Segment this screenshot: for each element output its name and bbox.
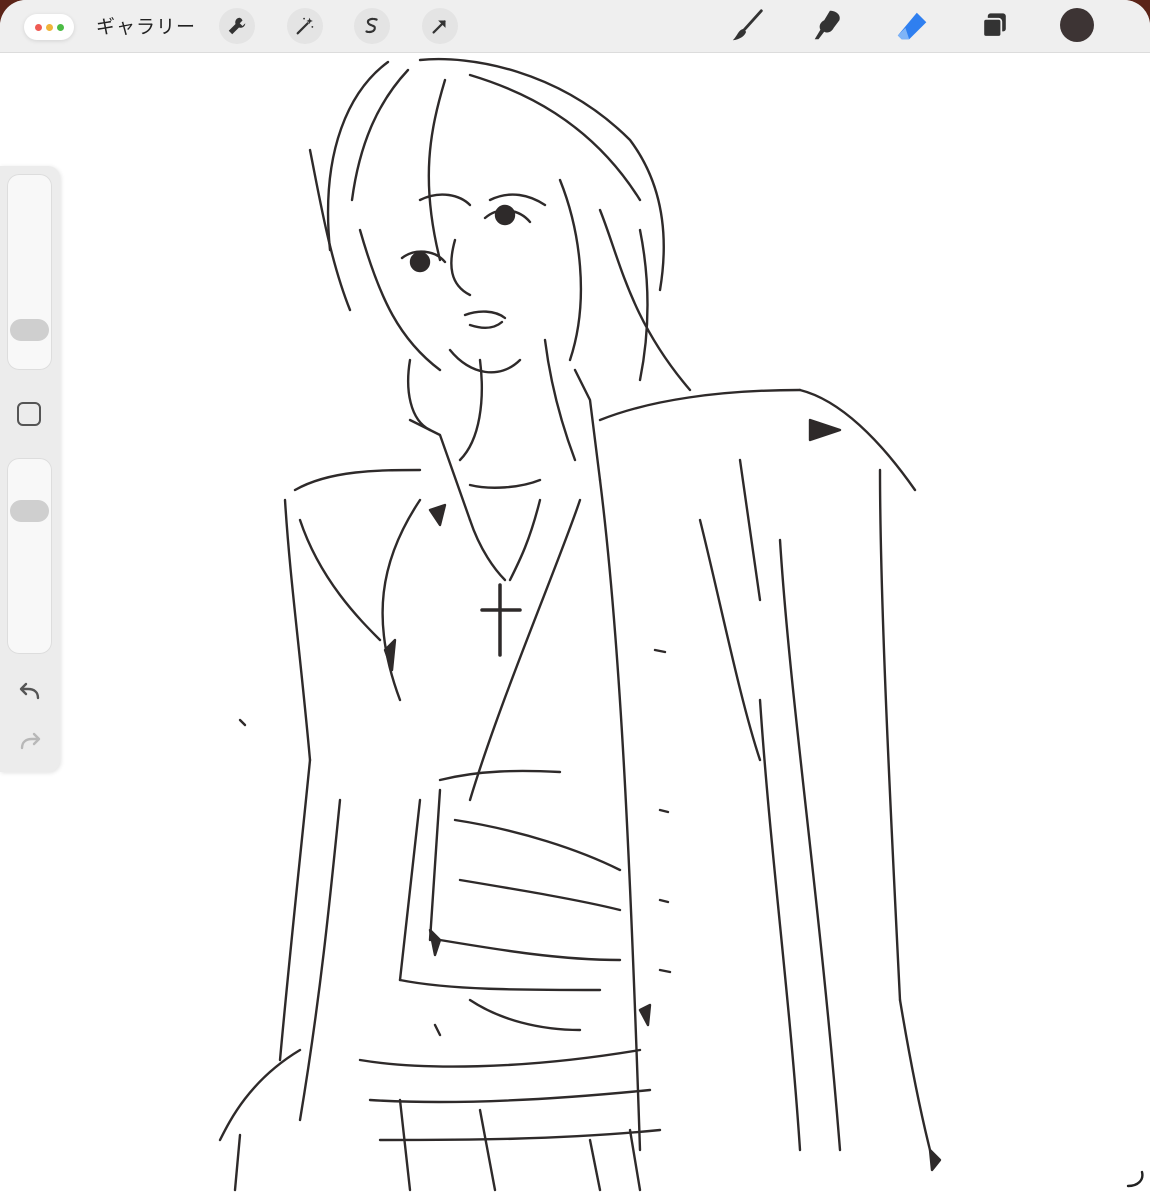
brush-size-thumb[interactable] [10, 319, 49, 341]
adjustments-button[interactable] [287, 8, 323, 44]
transform-button[interactable] [422, 8, 458, 44]
smudge-tool-button[interactable] [808, 6, 848, 46]
brush-size-slider[interactable] [7, 174, 52, 370]
loading-spinner-icon [1126, 1170, 1144, 1188]
close-dot-icon[interactable] [34, 23, 42, 31]
selection-s-icon [365, 17, 378, 34]
color-swatch-button[interactable] [1060, 8, 1094, 42]
selection-button[interactable] [354, 8, 390, 44]
zoom-dot-icon[interactable] [56, 23, 64, 31]
gallery-button[interactable]: ギャラリー [96, 12, 196, 39]
opacity-thumb[interactable] [10, 500, 49, 522]
wrench-icon [228, 17, 246, 35]
left-sidebar [0, 166, 60, 772]
smudge-icon [814, 10, 840, 40]
eraser-tool-button[interactable] [893, 6, 933, 46]
minimize-dot-icon[interactable] [45, 23, 53, 31]
redo-icon[interactable] [16, 728, 44, 756]
brush-tool-button[interactable] [728, 6, 768, 46]
layers-button[interactable] [975, 6, 1015, 46]
modify-square-icon[interactable] [17, 402, 41, 426]
undo-icon[interactable] [16, 678, 44, 706]
arrow-cursor-icon [432, 20, 446, 34]
sketch-artwork [218, 57, 942, 1192]
app-window: ギャラリー [0, 0, 1150, 1200]
layers-icon [982, 13, 1006, 38]
eraser-icon [897, 12, 927, 40]
top-toolbar: ギャラリー [0, 0, 1150, 53]
opacity-slider[interactable] [7, 458, 52, 654]
window-controls[interactable] [24, 14, 74, 40]
actions-button[interactable] [219, 8, 255, 44]
drawing-canvas[interactable] [0, 52, 1150, 1200]
magic-wand-icon [296, 17, 314, 35]
brush-icon [732, 9, 763, 41]
